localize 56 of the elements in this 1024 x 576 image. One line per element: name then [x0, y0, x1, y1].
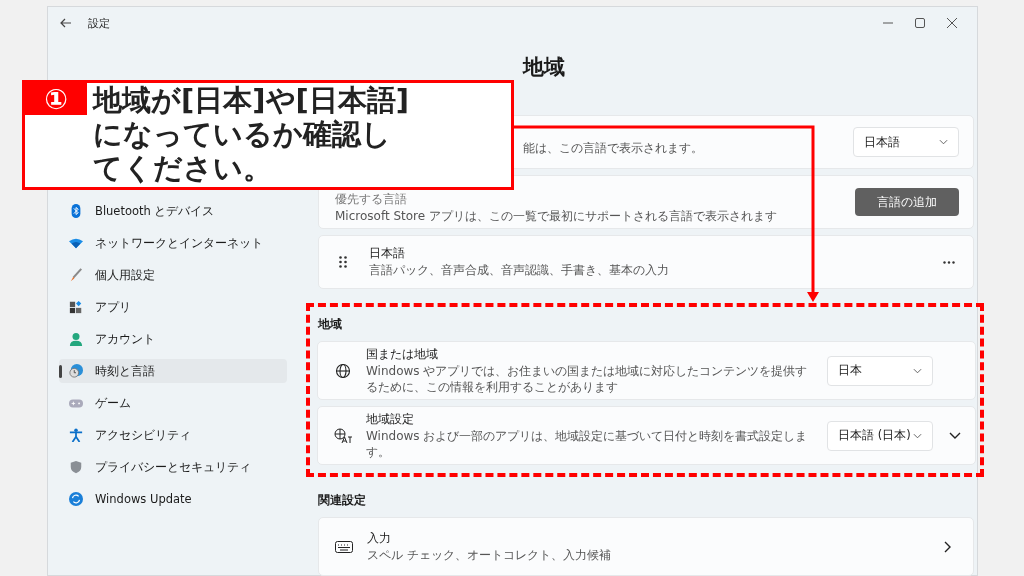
- brush-icon: [69, 268, 83, 282]
- chevron-down-icon: [939, 139, 948, 145]
- close-icon[interactable]: [947, 18, 957, 28]
- language-dropdown[interactable]: 日本語: [853, 127, 959, 157]
- sidebar-item[interactable]: Bluetooth とデバイス: [59, 199, 287, 223]
- update-icon: [69, 492, 83, 506]
- globe-text-icon: [334, 427, 352, 444]
- card-description: スペル チェック、オートコレクト、入力候補: [367, 547, 612, 564]
- sidebar-item[interactable]: アクセシビリティ: [59, 423, 287, 447]
- sidebar-item[interactable]: アカウント: [59, 327, 287, 351]
- section-label: 地域: [318, 317, 343, 332]
- accessibility-icon: [69, 428, 83, 442]
- card-description: 言語パック、音声合成、音声認識、手書き、基本の入力: [369, 263, 670, 279]
- card-title: 入力: [367, 529, 392, 547]
- callout-text: てください。: [93, 151, 273, 185]
- globe-icon: [334, 362, 352, 379]
- card-title: 国または地域: [366, 345, 439, 363]
- section-label: 関連設定: [318, 493, 367, 508]
- card-description: Windows やアプリでは、お住まいの国または地域に対応したコンテンツを提供するために、この情報を利用することがあります: [366, 363, 809, 396]
- wifi-icon: [69, 236, 83, 250]
- settings-card[interactable]: 入力 スペル チェック、オートコレクト、入力候補: [318, 517, 974, 576]
- card-description: Microsoft Store アプリは、この一覧で最初にサポートされる言語で表示されます: [335, 209, 778, 225]
- back-arrow-icon[interactable]: [60, 18, 72, 28]
- person-icon: [69, 332, 83, 346]
- card-title: 地域設定: [366, 410, 415, 428]
- callout-text: 地域が[日本]や[日本語]: [93, 83, 409, 117]
- clock-globe-icon: [69, 364, 83, 378]
- sidebar-item[interactable]: ゲーム: [59, 391, 287, 415]
- drag-handle-icon[interactable]: [339, 256, 347, 268]
- add-language-button[interactable]: 言語の追加: [855, 188, 959, 216]
- dropdown[interactable]: 日本: [827, 355, 933, 386]
- bluetooth-icon: [69, 204, 83, 218]
- step-number: ①: [25, 83, 87, 115]
- sidebar-item[interactable]: プライバシーとセキュリティ: [59, 455, 287, 479]
- card-description: Windows および一部のアプリは、地域設定に基づいて日付と時刻を書式設定します。: [366, 428, 809, 461]
- keyboard-icon: [335, 538, 353, 555]
- chevron-down-icon: [913, 367, 922, 374]
- sidebar-item[interactable]: アプリ: [59, 295, 287, 319]
- chevron-down-icon: [913, 432, 922, 439]
- card-title: 日本語: [369, 245, 406, 263]
- dropdown[interactable]: 日本語 (日本): [827, 420, 933, 451]
- shield-icon: [69, 460, 83, 474]
- sidebar-item[interactable]: 時刻と言語: [59, 359, 287, 383]
- more-options-icon[interactable]: [943, 260, 955, 264]
- card-description: 能は、この言語で表示されます。: [523, 141, 704, 157]
- callout-text: になっているか確認し: [93, 117, 392, 151]
- sidebar-item[interactable]: 個人用設定: [59, 263, 287, 287]
- sidebar-item[interactable]: Windows Update: [59, 487, 287, 511]
- sidebar-item[interactable]: ネットワークとインターネット: [59, 231, 287, 255]
- card-title: 優先する言語: [335, 191, 408, 209]
- apps-icon: [69, 300, 83, 314]
- page-heading: 地域: [521, 54, 566, 81]
- chevron-right-icon: [944, 540, 951, 553]
- maximize-icon[interactable]: [915, 18, 925, 28]
- expand-chevron-icon[interactable]: [949, 432, 961, 439]
- window-title: 設定: [88, 15, 110, 31]
